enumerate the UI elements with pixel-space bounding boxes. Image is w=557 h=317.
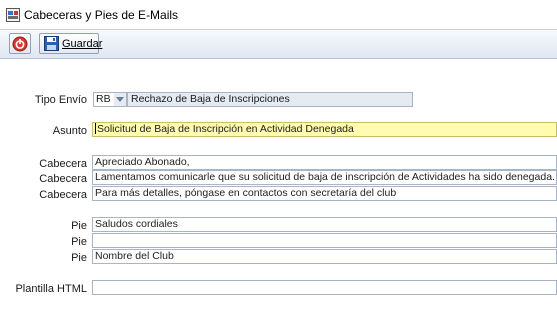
exit-button[interactable] — [9, 33, 31, 54]
save-button[interactable]: Guardar — [39, 33, 103, 54]
tipo-envio-dropdown-button[interactable] — [114, 93, 126, 106]
title-bar: Cabeceras y Pies de E-Mails — [0, 0, 557, 29]
plantilla-html-label: Plantilla HTML — [15, 283, 87, 295]
pie-label: Pie — [71, 236, 87, 248]
tipo-envio-code-value: RB — [96, 93, 111, 105]
cabecera-label: Cabecera — [39, 189, 87, 201]
window-title: Cabeceras y Pies de E-Mails — [24, 8, 179, 22]
asunto-value: Solicitud de Baja de Inscripción en Acti… — [97, 123, 354, 135]
text-caret — [95, 123, 96, 134]
chevron-down-icon — [116, 97, 124, 102]
save-button-label: Guardar — [62, 38, 103, 50]
toolbar: Guardar — [0, 29, 557, 59]
cabecera-input-3[interactable]: Para más detalles, póngase en contactos … — [92, 186, 557, 201]
asunto-label: Asunto — [52, 125, 87, 137]
pie-label: Pie — [71, 220, 87, 232]
tipo-envio-description: Rechazo de Baja de Inscripciones — [127, 92, 413, 107]
power-icon — [12, 36, 28, 52]
asunto-input[interactable]: Solicitud de Baja de Inscripción en Acti… — [92, 122, 557, 137]
tipo-envio-label: Tipo Envío — [34, 94, 87, 106]
cabecera-input-2[interactable]: Lamentamos comunicarle que su solicitud … — [92, 170, 557, 185]
pie-input-3[interactable]: Nombre del Club — [92, 249, 557, 264]
cabecera-label: Cabecera — [39, 173, 87, 185]
pie-input-2[interactable] — [92, 233, 557, 248]
pie-input-1[interactable]: Saludos cordiales — [92, 217, 557, 232]
cabecera-label: Cabecera — [39, 158, 87, 170]
cabecera-input-1[interactable]: Apreciado Abonado, — [92, 155, 557, 170]
floppy-disk-icon — [44, 36, 59, 51]
plantilla-html-input[interactable] — [92, 280, 557, 295]
app-window-icon — [6, 8, 20, 22]
pie-label: Pie — [71, 252, 87, 264]
